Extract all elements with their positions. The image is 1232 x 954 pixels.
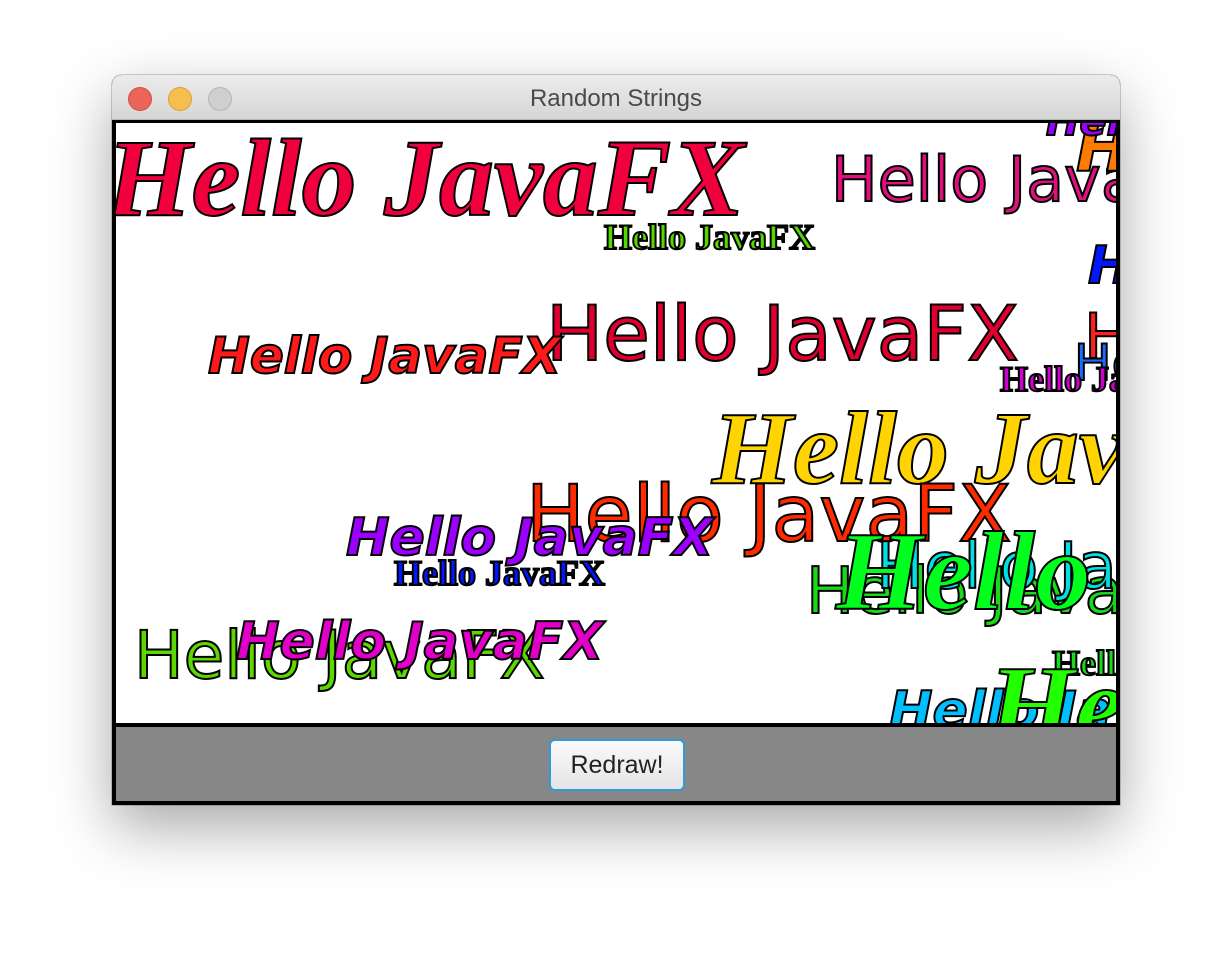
random-string-6: Hello JavaFX (1088, 236, 1116, 296)
drawing-canvas: Hello JavaFXHello JavaFXHello JavaFXHell… (116, 123, 1116, 723)
random-string-23: Hello JavaFX (987, 644, 1116, 723)
title-bar[interactable]: Random Strings (112, 75, 1120, 120)
button-bar: Redraw! (116, 727, 1116, 801)
random-string-4: Hello JavaFX (1046, 123, 1116, 145)
random-string-2: Hello JavaFX (831, 143, 1116, 216)
redraw-button[interactable]: Redraw! (549, 739, 685, 791)
random-string-18: Hello JavaFX (835, 510, 1116, 634)
app-window: Random Strings Hello JavaFXHello JavaFXH… (112, 75, 1120, 805)
canvas-svg: Hello JavaFXHello JavaFXHello JavaFXHell… (116, 123, 1116, 723)
random-string-20: Hello JavaFX (236, 612, 606, 672)
random-string-7: Hello JavaFX (546, 289, 1019, 378)
window-title: Random Strings (529, 85, 703, 112)
random-string-5: Hello JavaFX (604, 217, 815, 257)
random-string-8: Hello JavaFX (208, 327, 564, 385)
random-string-15: Hello JavaFX (394, 553, 605, 593)
